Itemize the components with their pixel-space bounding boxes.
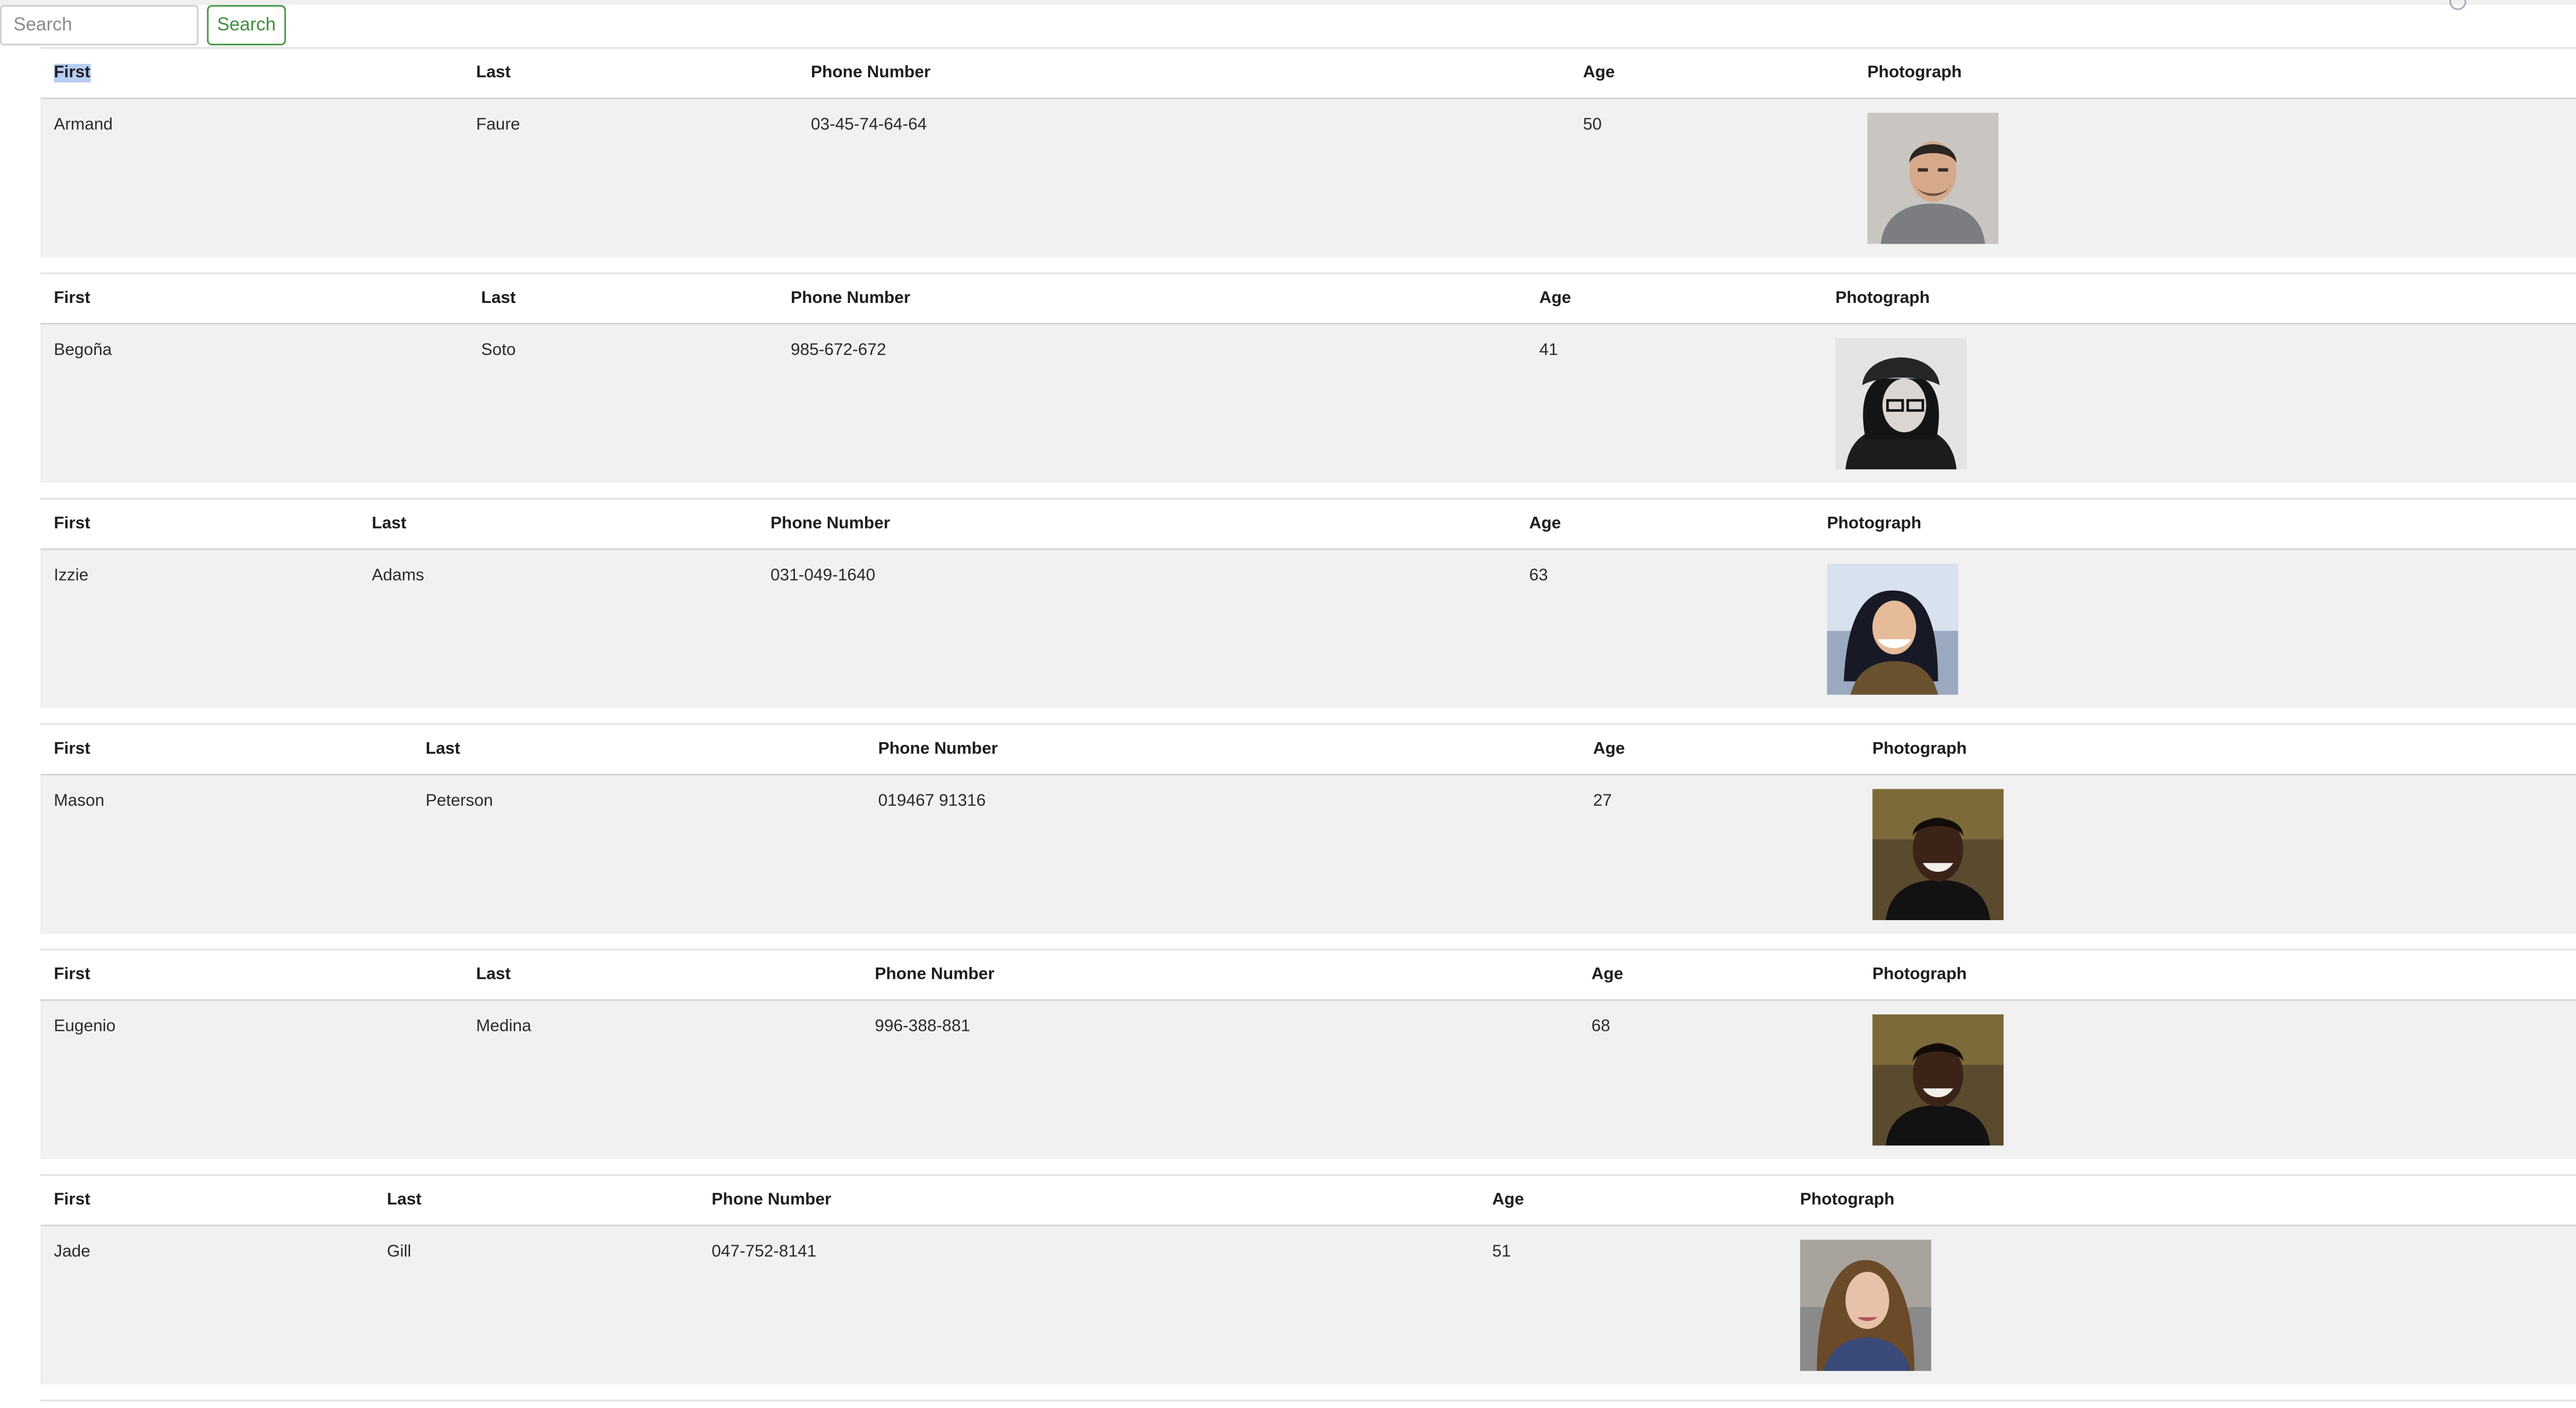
cell-first: Jade — [54, 1243, 91, 1262]
person-table: First Last Phone Number Age Photograph M… — [40, 723, 2576, 934]
table-row[interactable]: Eugenio Medina 996-388-881 68 — [40, 1000, 2576, 1159]
cell-age: 63 — [1529, 567, 1548, 586]
cell-last: Gill — [387, 1243, 412, 1262]
cell-phone: 985-672-672 — [790, 341, 886, 360]
cell-age: 51 — [1492, 1243, 1511, 1262]
table-row[interactable]: Mason Peterson 019467 91316 27 — [40, 775, 2576, 934]
person-table: First Last Phone Number Age Photograph E… — [40, 948, 2576, 1159]
header-age[interactable]: Age — [1492, 1191, 1524, 1210]
table-row[interactable]: Izzie Adams 031-049-1640 63 — [40, 550, 2576, 708]
woman-curly-hair-portrait-photo — [1800, 1240, 1931, 1371]
header-first[interactable]: First — [54, 290, 90, 308]
table-header-row: First Last Phone Number Age Photograph — [40, 48, 2576, 99]
divider — [40, 1399, 2576, 1401]
header-phone[interactable]: Phone Number — [811, 64, 930, 82]
cell-age: 50 — [1583, 116, 1602, 135]
cell-last: Soto — [481, 341, 516, 360]
person-table: First Last Phone Number Age Photograph A… — [40, 47, 2576, 258]
table-row[interactable]: Jade Gill 047-752-8141 51 — [40, 1226, 2576, 1385]
header-photograph[interactable]: Photograph — [1800, 1191, 1894, 1210]
cell-last: Medina — [476, 1017, 532, 1037]
header-phone[interactable]: Phone Number — [711, 1191, 831, 1210]
cell-age: 68 — [1591, 1017, 1611, 1037]
header-last[interactable]: Last — [476, 965, 511, 984]
header-first[interactable]: First — [54, 64, 91, 82]
table-header-row: First Last Phone Number Age Photograph — [40, 725, 2576, 776]
table-header-row: First Last Phone Number Age Photograph — [40, 274, 2576, 325]
cell-first: Armand — [54, 116, 113, 135]
page: Search First Last Phone Number Age Photo… — [0, 0, 2576, 1406]
cell-phone: 03-45-74-64-64 — [810, 116, 927, 135]
header-age[interactable]: Age — [1583, 64, 1615, 82]
search-button[interactable]: Search — [207, 5, 286, 46]
header-photograph[interactable]: Photograph — [1835, 290, 1929, 308]
person-table: First Last Phone Number Age Photograph J… — [40, 1174, 2576, 1385]
person-table: First Last Phone Number Age Photograph B… — [40, 272, 2576, 483]
cell-phone: 996-388-881 — [874, 1017, 971, 1037]
search-input[interactable] — [0, 5, 199, 46]
table-header-row: First Last Phone Number Age Photograph — [40, 499, 2576, 550]
table-header-row: First Last Phone Number Age Photograph — [40, 950, 2576, 1001]
man-portrait-photo — [1867, 112, 1999, 244]
header-last[interactable]: Last — [372, 515, 406, 533]
header-last[interactable]: Last — [387, 1191, 421, 1210]
cell-last: Faure — [476, 116, 520, 135]
cell-age: 41 — [1539, 341, 1558, 360]
cell-first: Begoña — [54, 341, 112, 360]
cell-first: Mason — [54, 792, 105, 811]
table-row[interactable]: Begoña Soto 985-672-672 41 — [40, 325, 2576, 483]
header-last[interactable]: Last — [481, 290, 516, 308]
header-first[interactable]: First — [54, 1191, 90, 1210]
corner-indicator-icon — [2449, 0, 2466, 10]
header-photograph[interactable]: Photograph — [1867, 64, 1961, 82]
table-row[interactable]: Armand Faure 03-45-74-64-64 50 — [40, 99, 2576, 258]
cell-phone: 031-049-1640 — [770, 567, 875, 586]
header-last[interactable]: Last — [426, 740, 460, 759]
woman-smiling-portrait-photo — [1827, 563, 1958, 695]
header-last[interactable]: Last — [476, 64, 511, 82]
header-age[interactable]: Age — [1529, 515, 1561, 533]
header-first[interactable]: First — [54, 515, 90, 533]
man-smiling-portrait-photo — [1872, 789, 2004, 921]
header-first[interactable]: First — [54, 965, 90, 984]
header-phone[interactable]: Phone Number — [875, 965, 994, 984]
header-photograph[interactable]: Photograph — [1872, 965, 1967, 984]
header-photograph[interactable]: Photograph — [1872, 740, 1967, 759]
header-photograph[interactable]: Photograph — [1827, 515, 1921, 533]
header-age[interactable]: Age — [1593, 740, 1625, 759]
cell-last: Adams — [371, 567, 425, 586]
header-phone[interactable]: Phone Number — [771, 515, 890, 533]
header-age[interactable]: Age — [1591, 965, 1623, 984]
person-table: First Last Phone Number Age Photograph I… — [40, 498, 2576, 708]
search-bar: Search — [0, 0, 2576, 47]
cell-phone: 047-752-8141 — [711, 1243, 817, 1262]
table-header-row: First Last Phone Number Age Photograph — [40, 1176, 2576, 1227]
header-age[interactable]: Age — [1539, 290, 1571, 308]
cell-phone: 019467 91316 — [878, 792, 986, 811]
woman-beanie-glasses-portrait-photo — [1835, 338, 1967, 470]
header-first[interactable]: First — [54, 740, 90, 759]
cell-first: Eugenio — [54, 1017, 116, 1037]
man-smiling-portrait-photo — [1872, 1014, 2004, 1146]
cell-age: 27 — [1593, 792, 1612, 811]
header-phone[interactable]: Phone Number — [791, 290, 910, 308]
cell-last: Peterson — [426, 792, 493, 811]
cell-first: Izzie — [54, 567, 89, 586]
header-phone[interactable]: Phone Number — [878, 740, 997, 759]
